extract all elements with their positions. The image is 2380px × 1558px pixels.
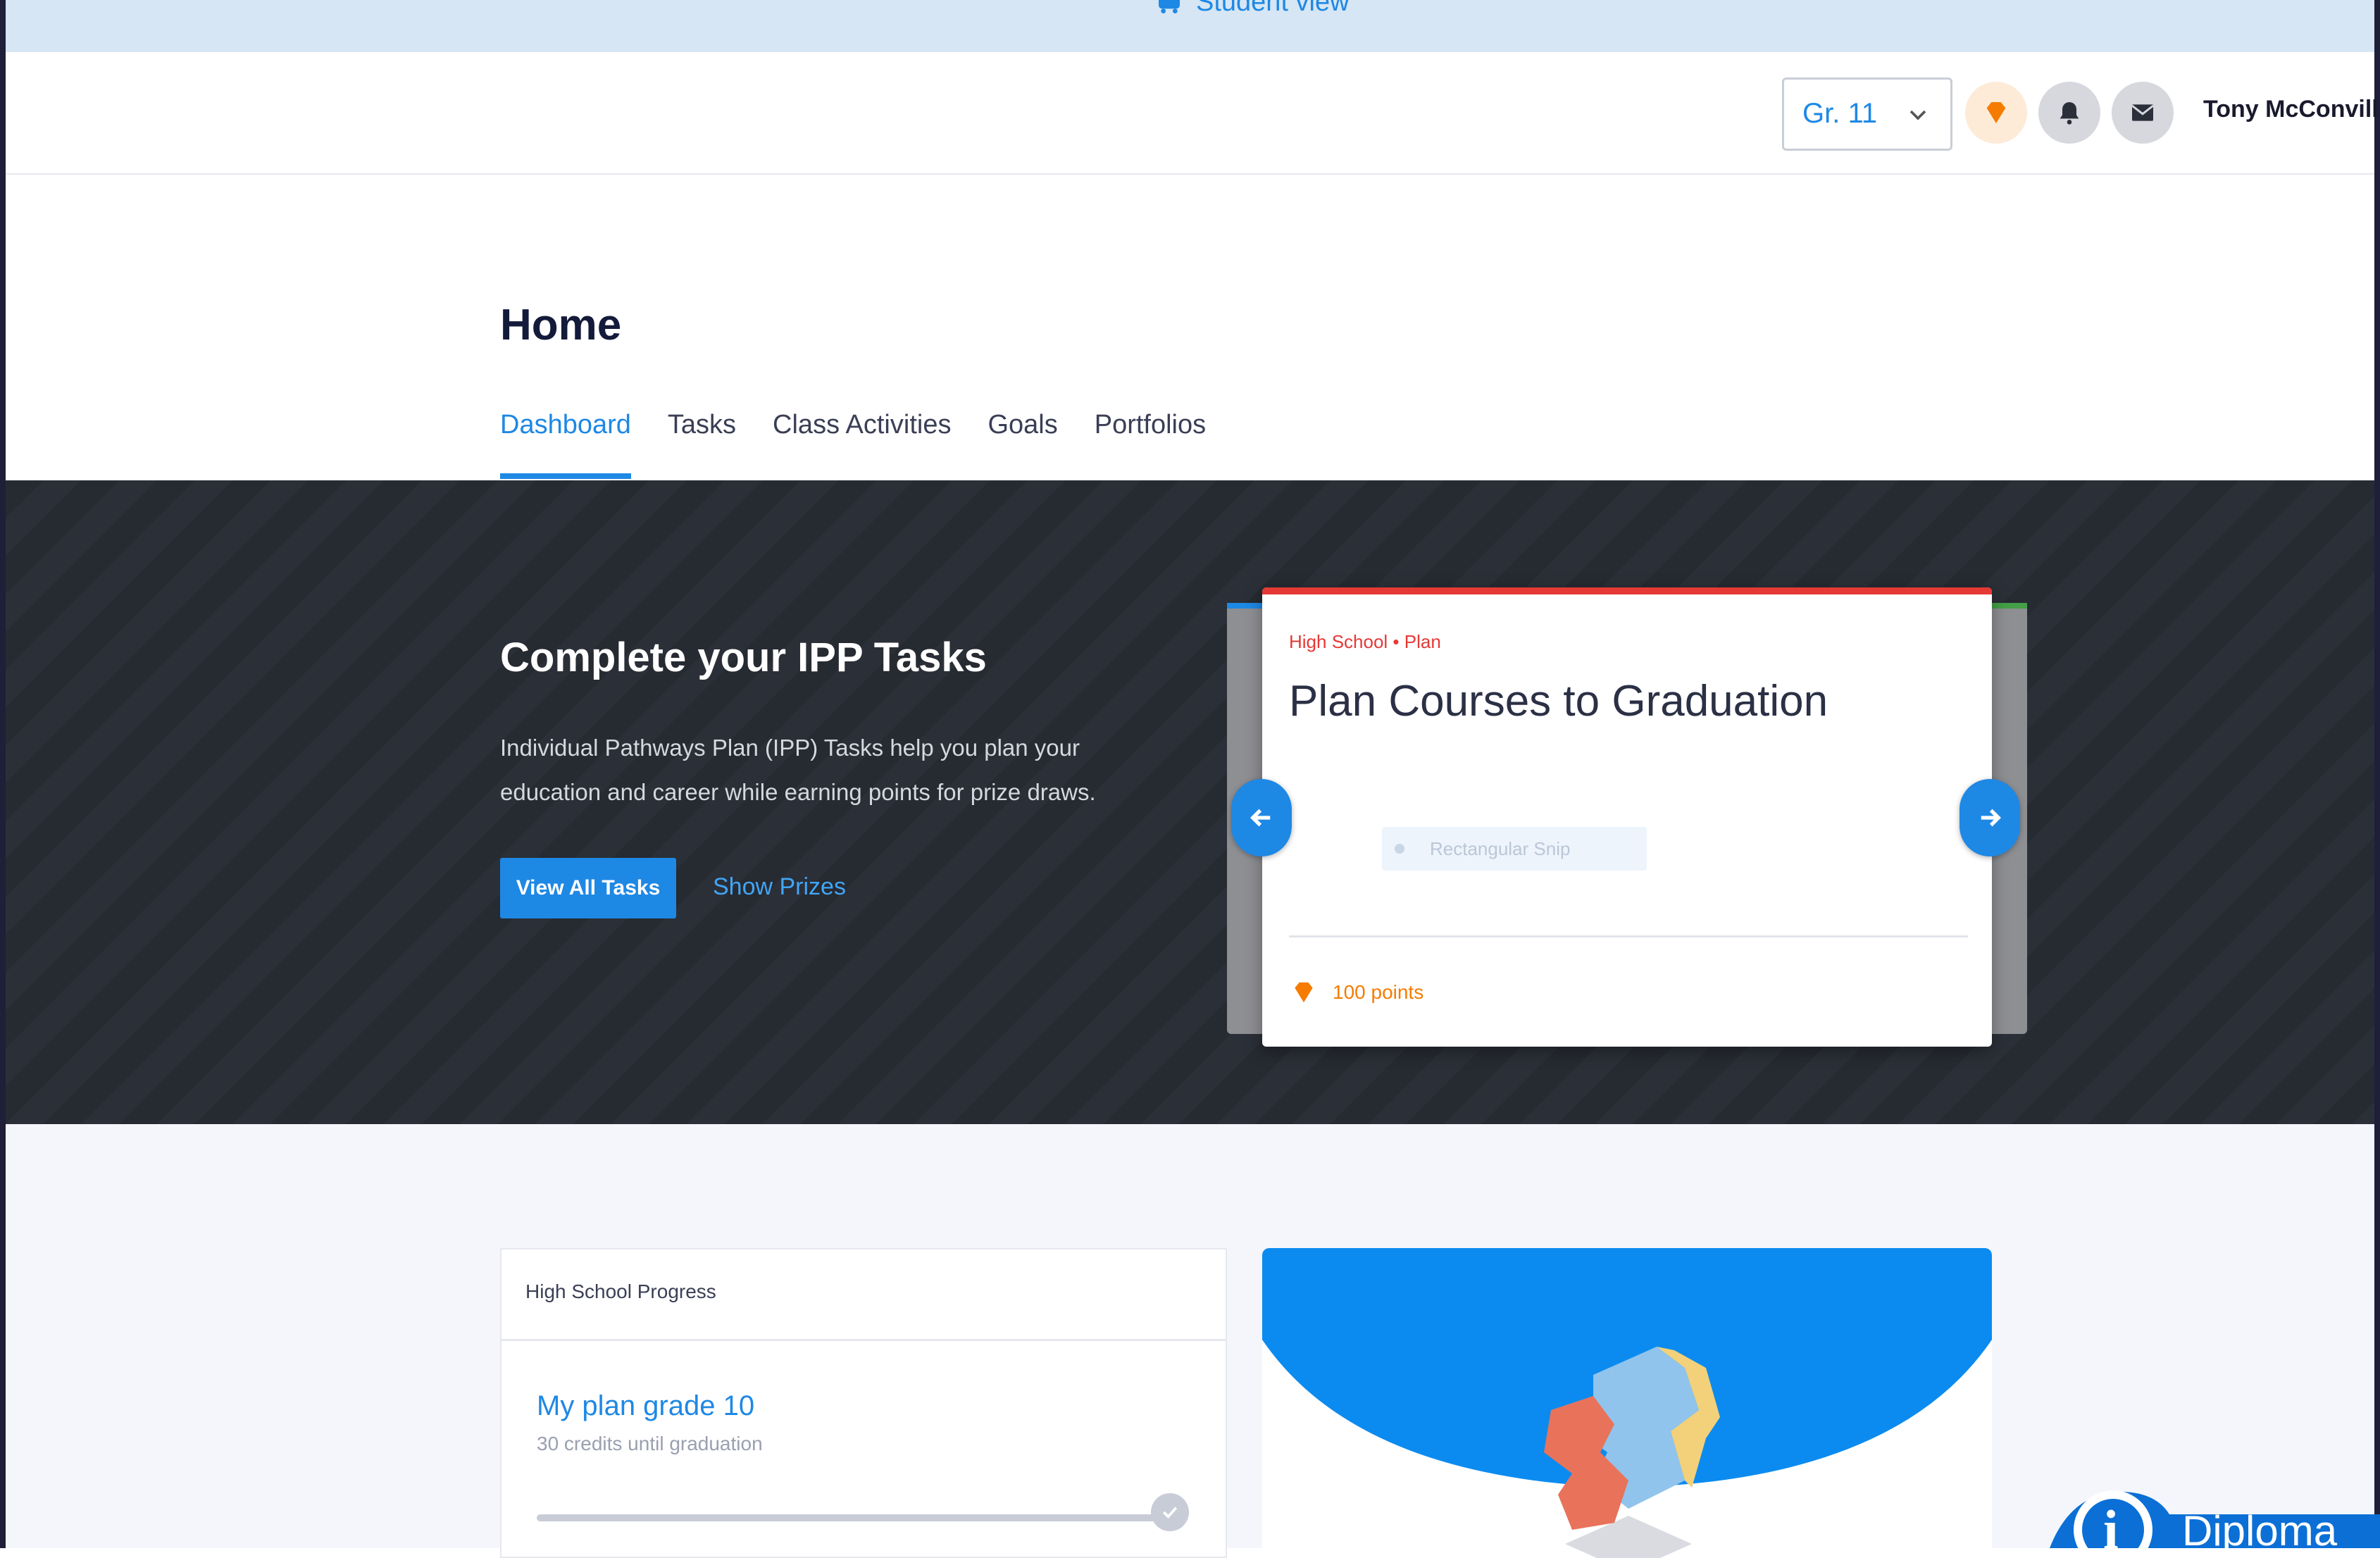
card-accent-line — [1262, 587, 1992, 594]
student-view-banner: Student view — [6, 0, 2374, 52]
grade-select-value: Gr. 11 — [1802, 98, 1877, 129]
promo-card[interactable] — [1262, 1248, 1992, 1558]
arrow-left-icon — [1250, 809, 1271, 827]
tab-goals[interactable]: Goals — [987, 406, 1057, 479]
chevron-down-icon — [1909, 110, 1926, 120]
hero-description: Individual Pathways Plan (IPP) Tasks hel… — [500, 735, 1096, 805]
diploma-logo: i Diploma — [2050, 1490, 2380, 1548]
carousel-prev-button[interactable] — [1231, 779, 1292, 856]
progress-bar — [537, 1514, 1157, 1521]
check-icon — [1151, 1493, 1189, 1531]
bell-icon — [2060, 102, 2079, 125]
tab-tasks[interactable]: Tasks — [668, 406, 736, 479]
view-all-tasks-button[interactable]: View All Tasks — [500, 858, 676, 918]
bus-icon — [1159, 0, 1180, 13]
points-button[interactable] — [1965, 82, 2027, 144]
snip-label: Rectangular Snip — [1430, 838, 1571, 859]
task-category: High School • Plan — [1289, 631, 1441, 652]
task-card[interactable]: High School • Plan Plan Courses to Gradu… — [1262, 587, 1992, 1047]
student-view-link[interactable]: Student view — [1155, 0, 1350, 18]
diamond-icon — [1986, 102, 2006, 123]
high-school-progress-card: High School Progress My plan grade 10 30… — [500, 1248, 1227, 1558]
window-left-border — [0, 0, 6, 1548]
user-name[interactable]: Tony McConville — [2203, 96, 2380, 123]
page-title: Home — [500, 301, 622, 349]
card-divider — [1289, 935, 1968, 937]
progress-bar-fill — [537, 1514, 1157, 1521]
hero-title: Complete your IPP Tasks — [500, 635, 987, 680]
student-view-label: Student view — [1196, 0, 1350, 17]
show-prizes-link[interactable]: Show Prizes — [713, 873, 846, 901]
messages-button[interactable] — [2112, 82, 2174, 144]
tab-dashboard[interactable]: Dashboard — [500, 406, 631, 479]
task-points: 100 points — [1290, 979, 1423, 1006]
window-right-border — [2374, 0, 2380, 1548]
logo-letter: i — [2103, 1499, 2119, 1548]
progress-card-title: High School Progress — [525, 1280, 716, 1302]
notifications-button[interactable] — [2038, 82, 2100, 144]
plan-subtitle: 30 credits until graduation — [537, 1433, 763, 1454]
tab-class-activities[interactable]: Class Activities — [773, 406, 951, 479]
task-title[interactable]: Plan Courses to Graduation — [1289, 676, 1828, 726]
snip-icon — [1395, 844, 1404, 854]
logo-text: Diploma — [2182, 1507, 2338, 1548]
points-label: 100 points — [1333, 981, 1424, 1003]
grade-select[interactable]: Gr. 11 — [1782, 77, 1952, 151]
rectangular-snip-overlay: Rectangular Snip — [1382, 827, 1647, 871]
arrow-right-icon — [1981, 809, 2001, 827]
tab-portfolios[interactable]: Portfolios — [1095, 406, 1206, 479]
plan-title-link[interactable]: My plan grade 10 — [537, 1390, 754, 1422]
carousel-next-button[interactable] — [1960, 779, 2020, 856]
page-tabs: Dashboard Tasks Class Activities Goals P… — [500, 406, 1206, 479]
mail-icon — [2131, 104, 2154, 121]
puzzle-illustration — [1262, 1248, 1992, 1558]
progress-card-header: High School Progress — [501, 1249, 1226, 1341]
diamond-icon — [1295, 982, 1313, 1003]
